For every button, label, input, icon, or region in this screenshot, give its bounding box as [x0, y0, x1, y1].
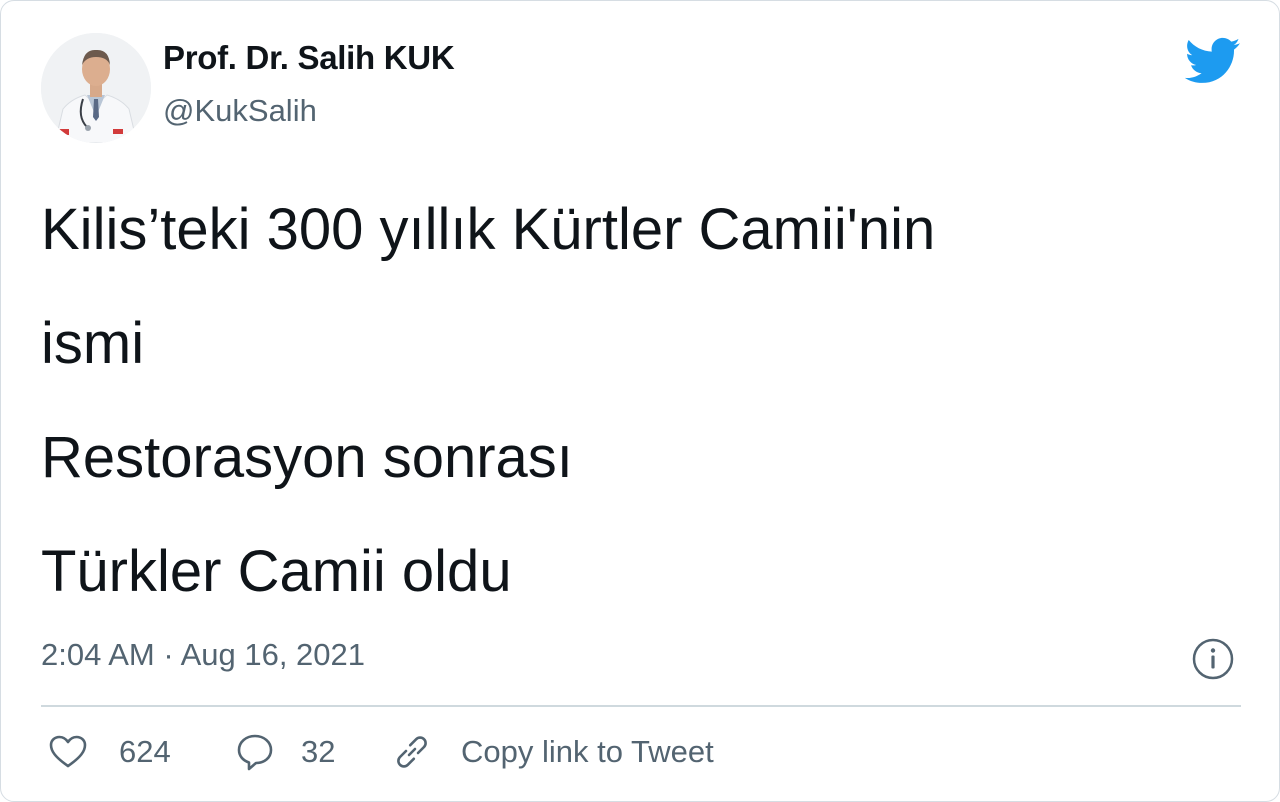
reply-count: 32	[301, 734, 336, 769]
copy-link-label: Copy link to Tweet	[461, 734, 714, 769]
tweet-card: Prof. Dr. Salih KUK @KukSalih Kilis’teki…	[0, 0, 1280, 802]
copy-link-button[interactable]: Copy link to Tweet	[391, 729, 714, 775]
author-name[interactable]: Prof. Dr. Salih KUK	[163, 39, 455, 77]
profile-photo	[41, 33, 151, 143]
reply-icon	[237, 734, 273, 771]
heart-icon	[49, 735, 87, 768]
like-button[interactable]: 624	[49, 729, 171, 775]
tweet-timestamp[interactable]: 2:04 AM · Aug 16, 2021	[41, 637, 365, 673]
divider	[41, 705, 1241, 707]
tweet-line: Türkler Camii oldu	[41, 539, 512, 604]
info-icon[interactable]	[1191, 637, 1235, 681]
tweet-line: Restorasyon sonrası	[41, 425, 573, 490]
tweet-line: ismi	[41, 311, 145, 376]
tweet-line: Kilis’teki 300 yıllık Kürtler Camii'nin	[41, 197, 936, 262]
tweet-text: Kilis’teki 300 yıllık Kürtler Camii'nin …	[41, 173, 1221, 629]
avatar[interactable]	[41, 33, 151, 143]
author-handle[interactable]: @KukSalih	[163, 93, 317, 129]
link-icon	[397, 736, 427, 768]
reply-button[interactable]: 32	[235, 729, 335, 775]
like-count: 624	[119, 734, 171, 769]
twitter-bird-icon[interactable]	[1185, 37, 1241, 85]
